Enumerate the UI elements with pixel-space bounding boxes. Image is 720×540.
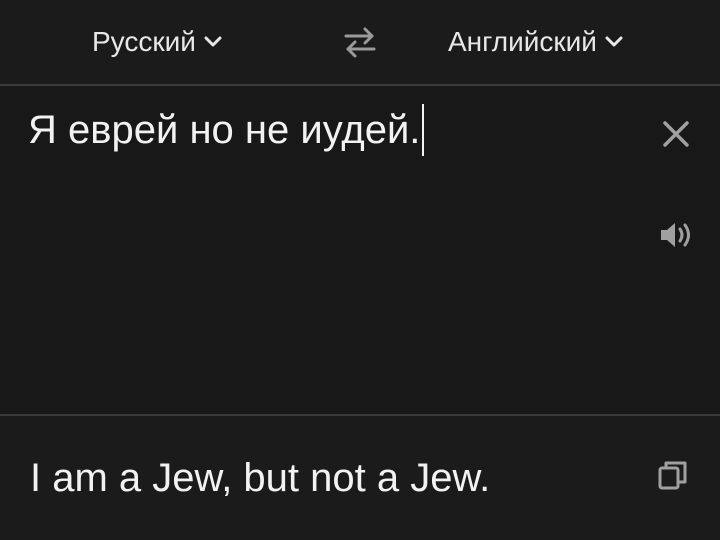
source-language-selector[interactable]: Русский <box>92 22 222 62</box>
target-language-label: Английский <box>448 26 597 57</box>
chevron-down-icon <box>605 36 623 48</box>
copy-translation-button[interactable] <box>656 458 690 492</box>
source-language-label: Русский <box>92 26 196 57</box>
speaker-icon <box>658 223 694 254</box>
close-icon <box>660 121 692 154</box>
swap-arrows-icon <box>340 24 380 60</box>
source-text-value: Я еврей но не иудей. <box>28 108 421 152</box>
text-caret <box>422 104 425 156</box>
clear-text-button[interactable] <box>660 118 692 150</box>
listen-button[interactable] <box>658 220 694 250</box>
language-bar: Русский Английский <box>0 0 720 84</box>
swap-languages-button[interactable] <box>340 24 380 60</box>
chevron-down-icon <box>204 36 222 48</box>
source-text-input[interactable]: Я еврей но не иудей. <box>28 104 425 156</box>
target-language-selector[interactable]: Английский <box>448 22 623 62</box>
translation-output: I am a Jew, but not a Jew. <box>30 456 491 500</box>
copy-icon <box>656 461 690 496</box>
